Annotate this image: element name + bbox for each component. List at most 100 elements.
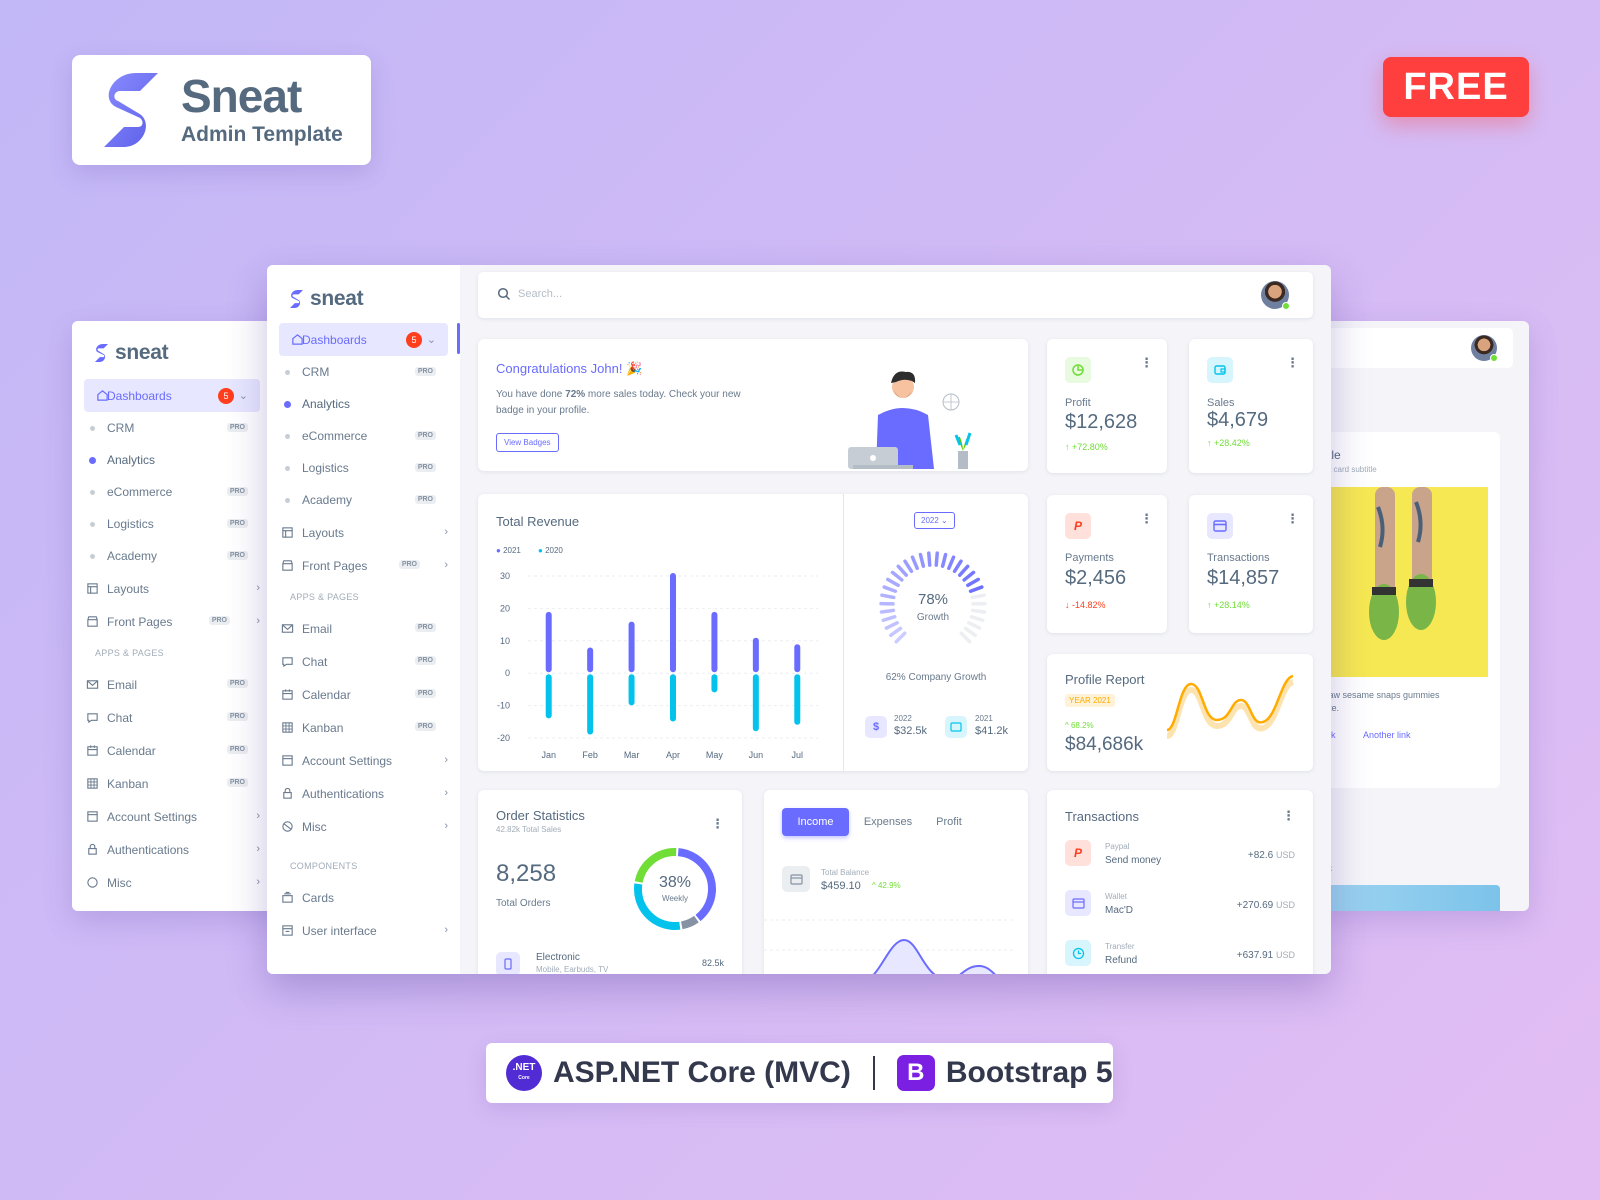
year-dropdown[interactable]: 2022 ⌄ [914, 512, 955, 529]
sidebar-item-logistics[interactable]: Logistics PRO [267, 452, 460, 484]
sidebar-item-chat[interactable]: Chat PRO [72, 701, 272, 734]
stat-value: $4,679 [1207, 409, 1269, 431]
sidebar-item-label: Kanban [107, 776, 149, 791]
gauge-tick [970, 608, 987, 614]
aspnet-label: ASP.NET Core (MVC) [553, 1056, 851, 1089]
wallet-icon [782, 866, 810, 892]
sidebar-item-calendar[interactable]: Calendar PRO [72, 734, 272, 767]
sidebar-item-layouts[interactable]: Layouts › [72, 572, 272, 605]
total-revenue-card: Total Revenue ● 2021 ● 2020 30 20 10 0 -10 -2… [478, 494, 1028, 771]
income-card: Income Expenses Profit Total Balance $45… [764, 790, 1028, 974]
sidebar-item-authentications[interactable]: Authentications › [267, 777, 460, 810]
gauge-tick [879, 608, 896, 614]
sidebar-item-crm[interactable]: CRM PRO [267, 356, 460, 388]
transaction-amount: +82.6 USD [1247, 850, 1295, 861]
pro-badge: PRO [226, 423, 248, 432]
card-link[interactable]: Another link [1363, 730, 1411, 740]
sidebar-item-layouts[interactable]: Layouts › [267, 516, 460, 549]
tab-profit[interactable]: Profit [924, 808, 974, 836]
sidebar-item-academy[interactable]: Academy PRO [267, 484, 460, 516]
view-badges-button[interactable]: View Badges [496, 433, 559, 452]
gauge-tick [910, 555, 919, 571]
sidebar-item-cards[interactable]: Cards [267, 881, 460, 914]
transaction-row[interactable]: Wallet Mac'D +270.69 USD [1047, 890, 1313, 940]
sidebar-item-misc[interactable]: Misc › [267, 810, 460, 843]
sidebar-item-label: Calendar [302, 687, 351, 702]
sidebar-item-user-interface[interactable]: User interface › [267, 914, 460, 947]
sidebar-item-analytics[interactable]: Analytics [267, 388, 460, 420]
tab-income[interactable]: Income [782, 808, 849, 836]
pro-badge: PRO [226, 551, 248, 560]
sidebar-item-logistics[interactable]: Logistics PRO [72, 508, 272, 540]
transaction-name: Send money [1105, 855, 1162, 866]
sidebar-item-crm[interactable]: CRM PRO [72, 412, 272, 444]
year-value: $41.2k [975, 725, 1009, 737]
brand-name: sneat [115, 341, 169, 364]
sidebar-item-ecommerce[interactable]: eCommerce PRO [72, 476, 272, 508]
gauge-tick [963, 626, 977, 638]
sidebar-item-authentications[interactable]: Authentications › [72, 833, 272, 866]
sidebar-item-calendar[interactable]: Calendar PRO [267, 678, 460, 711]
sidebar-item-analytics[interactable]: Analytics [72, 444, 272, 476]
sidebar-item-label: Dashboards [302, 332, 367, 347]
more-options-icon[interactable]: ⋮ [711, 816, 724, 832]
y-tick-label: -10 [497, 701, 510, 711]
avatar[interactable] [1261, 281, 1290, 310]
sidebar-item-dashboards[interactable]: Dashboards 5 ⌄ [279, 323, 448, 356]
notification-badge: 5 [218, 388, 234, 404]
gauge-tick [889, 626, 903, 638]
mobile-icon [496, 952, 520, 974]
transaction-source: Transfer [1105, 942, 1135, 951]
sidebar-item-account-settings[interactable]: Account Settings › [267, 744, 460, 777]
more-options-icon[interactable]: ⋮ [1140, 511, 1153, 527]
sidebar-item-academy[interactable]: Academy PRO [72, 540, 272, 572]
sidebar-item-front-pages[interactable]: Front Pages PRO › [72, 605, 272, 638]
sidebar-item-email[interactable]: Email PRO [72, 668, 272, 701]
chevron-right-icon: › [444, 820, 448, 832]
transaction-source: Paypal [1105, 842, 1130, 851]
credit-card-icon [1207, 513, 1233, 539]
sidebar-item-label: Authentications [302, 786, 385, 801]
dollar-icon: $ [865, 716, 887, 738]
mail-icon [281, 624, 294, 633]
total-orders-value: 8,258 [496, 860, 557, 887]
sidebar-item-front-pages[interactable]: Front Pages PRO › [267, 549, 460, 582]
tab-expenses[interactable]: Expenses [857, 808, 919, 836]
y-tick-label: 10 [500, 636, 510, 646]
card-image [1320, 885, 1500, 911]
sidebar-item-label: Front Pages [107, 614, 173, 629]
gauge-tick [947, 555, 956, 571]
more-options-icon[interactable]: ⋮ [1140, 355, 1153, 371]
sidebar-item-label: Logistics [107, 517, 154, 531]
transaction-row[interactable]: Transfer Refund +637.91 USD [1047, 940, 1313, 974]
transaction-row[interactable]: P Paypal Send money +82.6 USD [1047, 840, 1313, 890]
layout-icon [87, 583, 98, 594]
chevron-down-icon: ⌄ [238, 390, 248, 402]
gauge-tick [957, 564, 970, 577]
search-input[interactable]: Search... [518, 288, 562, 300]
wallet-icon [1065, 890, 1091, 916]
gauge-tick [969, 614, 985, 623]
sidebar-item-ecommerce[interactable]: eCommerce PRO [267, 420, 460, 452]
more-options-icon[interactable]: ⋮ [1286, 355, 1299, 371]
wallet-icon [1207, 357, 1233, 383]
pro-badge: PRO [414, 656, 436, 665]
sidebar-item-label: Email [302, 621, 333, 636]
sidebar-item-account-settings[interactable]: Account Settings › [72, 800, 272, 833]
avatar[interactable] [1471, 335, 1498, 362]
stat-label: Sales [1207, 397, 1235, 409]
sidebar-item-label: Analytics [302, 397, 351, 411]
transaction-amount: +637.91 USD [1236, 950, 1295, 961]
sidebar-item-chat[interactable]: Chat PRO [267, 645, 460, 678]
pro-badge: PRO [226, 778, 248, 787]
more-options-icon[interactable]: ⋮ [1282, 808, 1295, 824]
sidebar-item-email[interactable]: Email PRO [267, 612, 460, 645]
sidebar-item-misc[interactable]: Misc › [72, 866, 272, 899]
sidebar-item-kanban[interactable]: Kanban PRO [267, 711, 460, 744]
sidebar-item-dashboards[interactable]: Dashboards 5 ⌄ [84, 379, 260, 412]
more-options-icon[interactable]: ⋮ [1286, 511, 1299, 527]
stat-label: Profit [1065, 397, 1091, 409]
sidebar-item-kanban[interactable]: Kanban PRO [72, 767, 272, 800]
gauge-tick [934, 551, 939, 567]
sidebar-item-label: Account Settings [302, 753, 393, 768]
